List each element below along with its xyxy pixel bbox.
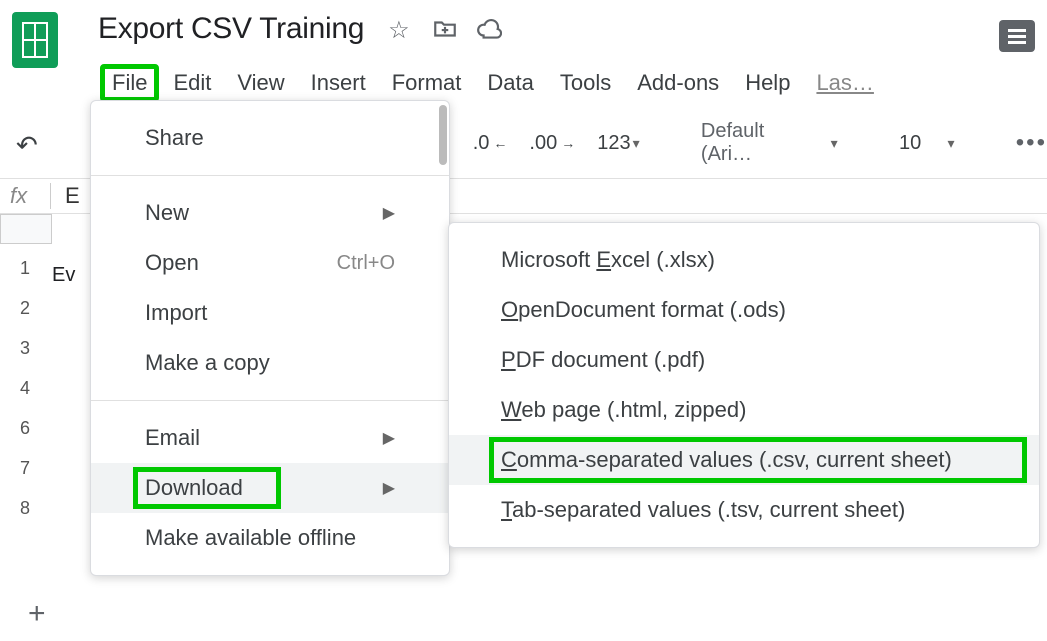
submenu-arrow-icon: ▶ [383, 428, 395, 448]
cloud-status-icon[interactable] [476, 16, 502, 42]
menu-format[interactable]: Format [380, 64, 474, 102]
download-csv[interactable]: Comma-separated values (.csv, current sh… [449, 435, 1039, 485]
submenu-arrow-icon: ▶ [383, 478, 395, 498]
formula-content[interactable]: E [50, 183, 80, 209]
number-format-button[interactable]: 123▾ [597, 132, 639, 155]
toolbar-overflow-button[interactable]: ••• [1016, 129, 1047, 157]
file-menu-share[interactable]: Share [91, 113, 449, 163]
row-header[interactable]: 4 [0, 368, 50, 408]
submenu-arrow-icon: ▶ [383, 203, 395, 223]
menu-help[interactable]: Help [733, 64, 802, 102]
cell-a1-content[interactable]: Ev [52, 264, 75, 287]
download-tsv[interactable]: Tab-separated values (.tsv, current shee… [449, 485, 1039, 535]
file-menu-download[interactable]: Download▶ [91, 463, 449, 513]
row-header[interactable]: 3 [0, 328, 50, 368]
shortcut-label: Ctrl+O [337, 252, 395, 275]
document-title[interactable]: Export CSV Training [98, 12, 364, 46]
download-web[interactable]: Web page (.html, zipped) [449, 385, 1039, 435]
star-icon[interactable]: ☆ [388, 16, 414, 42]
menu-file[interactable]: File [100, 64, 159, 102]
row-header[interactable]: 7 [0, 448, 50, 488]
file-menu-import[interactable]: Import [91, 288, 449, 338]
menu-data[interactable]: Data [475, 64, 545, 102]
menu-last-edit[interactable]: Las… [804, 64, 885, 102]
download-pdf[interactable]: PDF document (.pdf) [449, 335, 1039, 385]
fx-label: fx [10, 183, 50, 209]
row-header[interactable]: 2 [0, 288, 50, 328]
menu-edit[interactable]: Edit [161, 64, 223, 102]
download-xlsx[interactable]: Microsoft Excel (.xlsx) [449, 235, 1039, 285]
row-header[interactable]: 6 [0, 408, 50, 448]
increase-decimal-button[interactable]: .00→ [529, 132, 575, 155]
font-family-select[interactable]: Default (Ari… ▾ [701, 120, 838, 166]
menubar: File Edit View Insert Format Data Tools … [100, 64, 886, 102]
comments-button[interactable] [999, 20, 1035, 52]
file-menu-dropdown: Share New▶ OpenCtrl+O Import Make a copy… [90, 100, 450, 576]
file-menu-new[interactable]: New▶ [91, 188, 449, 238]
menu-view[interactable]: View [225, 64, 296, 102]
file-menu-make-copy[interactable]: Make a copy [91, 338, 449, 388]
menu-tools[interactable]: Tools [548, 64, 623, 102]
select-all-corner[interactable] [0, 214, 52, 244]
file-menu-open[interactable]: OpenCtrl+O [91, 238, 449, 288]
decrease-decimal-button[interactable]: .0← [473, 132, 508, 155]
menu-insert[interactable]: Insert [299, 64, 378, 102]
menu-scrollbar[interactable] [439, 105, 447, 165]
download-ods[interactable]: OpenDocument format (.ods) [449, 285, 1039, 335]
download-submenu: Microsoft Excel (.xlsx) OpenDocument for… [448, 222, 1040, 548]
row-header[interactable]: 1 [0, 248, 50, 288]
sheets-logo-icon[interactable] [12, 12, 58, 68]
menu-addons[interactable]: Add-ons [625, 64, 731, 102]
file-menu-email[interactable]: Email▶ [91, 413, 449, 463]
move-folder-icon[interactable] [432, 16, 458, 42]
sheet-grid: 1 2 3 4 6 7 8 [0, 214, 92, 579]
row-header[interactable]: 8 [0, 488, 50, 528]
font-size-select[interactable]: 10 ▾ [899, 132, 955, 155]
add-sheet-button[interactable]: + [28, 597, 46, 631]
file-menu-offline[interactable]: Make available offline [91, 513, 449, 563]
